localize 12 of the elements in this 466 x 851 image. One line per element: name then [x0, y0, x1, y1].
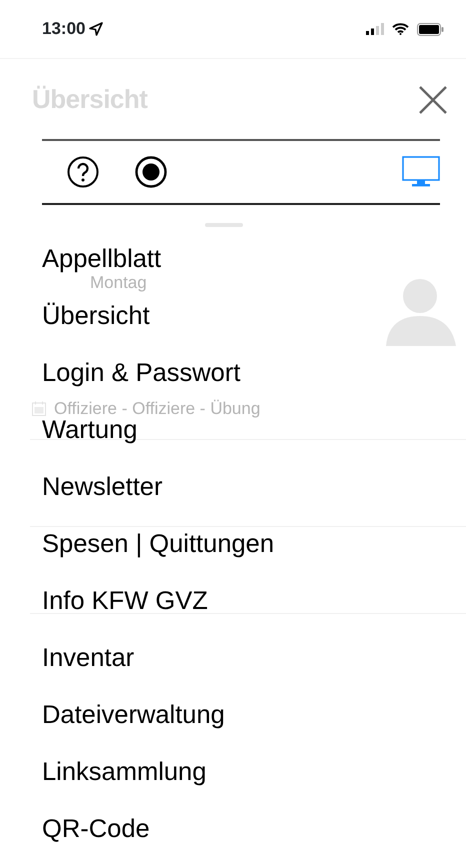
- menu-item[interactable]: Spesen | Quittungen: [42, 530, 274, 558]
- status-time: 13:00: [42, 18, 86, 40]
- menu-item[interactable]: Dateiverwaltung: [42, 700, 225, 728]
- menu-item[interactable]: Linksammlung: [42, 758, 206, 786]
- menu-item[interactable]: Inventar: [42, 644, 134, 672]
- menu-item[interactable]: Login & Passwort: [42, 358, 240, 386]
- menu-item[interactable]: Appellblatt: [42, 244, 162, 272]
- background-day-name: Montag: [90, 274, 148, 293]
- menu-item[interactable]: Info KFW GVZ: [42, 586, 208, 614]
- menu-item[interactable]: QR-Code: [42, 814, 150, 842]
- menu-item[interactable]: Übersicht: [42, 302, 150, 330]
- menu-item[interactable]: Newsletter: [42, 472, 162, 500]
